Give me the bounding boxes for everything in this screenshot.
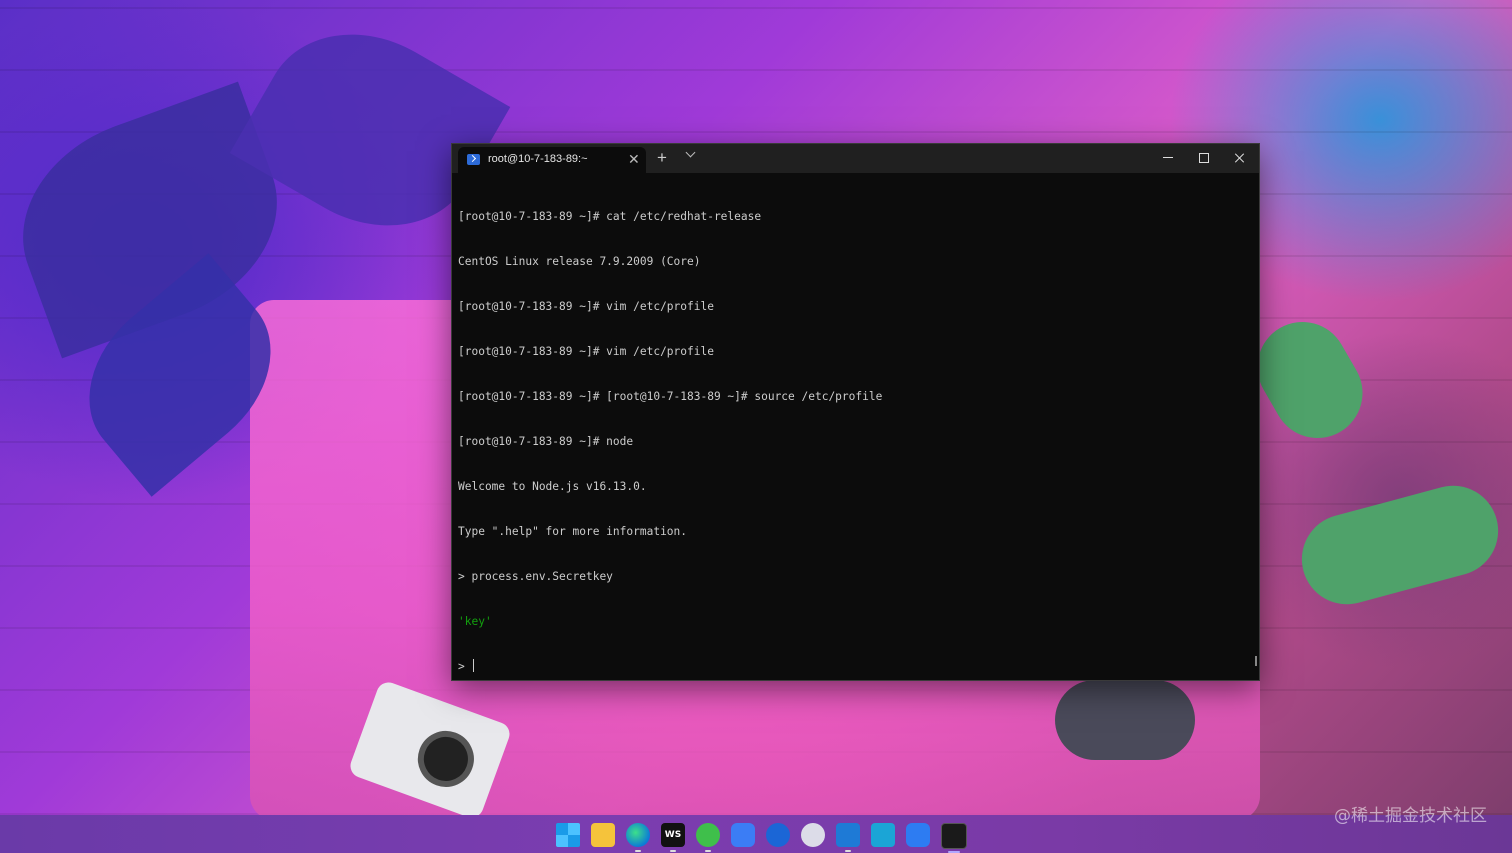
windows-start-icon[interactable] <box>556 823 580 847</box>
wallpaper-slipper <box>1291 475 1509 615</box>
terminal-line: Type ".help" for more information. <box>458 525 688 538</box>
maximize-button[interactable] <box>1186 144 1222 173</box>
terminal-icon[interactable] <box>941 823 967 853</box>
scrollbar[interactable] <box>1255 656 1257 666</box>
running-indicator <box>845 850 851 852</box>
terminal-titlebar[interactable]: root@10-7-183-89:~ ✕ + <box>452 144 1259 173</box>
new-tab-icon[interactable]: + <box>657 148 667 168</box>
terminal-output-value: 'key' <box>458 615 492 628</box>
terminal-window[interactable]: root@10-7-183-89:~ ✕ + [root@10-7-183-89… <box>451 143 1260 681</box>
feishu-icon[interactable] <box>731 823 755 847</box>
terminal-prompt-line[interactable]: > <box>458 659 1249 674</box>
powershell-icon <box>467 154 480 165</box>
wallpaper-slipper <box>1241 305 1379 455</box>
terminal-tab[interactable]: root@10-7-183-89:~ ✕ <box>458 147 646 173</box>
terminal-line: Welcome to Node.js v16.13.0. <box>458 480 647 493</box>
vscode-icon[interactable] <box>836 823 860 852</box>
chevron-down-icon[interactable] <box>686 149 696 159</box>
close-button[interactable] <box>1222 144 1258 173</box>
close-tab-icon[interactable]: ✕ <box>628 150 640 168</box>
terminal-output[interactable]: [root@10-7-183-89 ~]# cat /etc/redhat-re… <box>458 179 1249 704</box>
terminal-line: [root@10-7-183-89 ~]# cat /etc/redhat-re… <box>458 210 762 223</box>
file-explorer-icon[interactable] <box>591 823 615 847</box>
taskbar-icons: WS <box>556 823 967 853</box>
terminal-line: CentOS Linux release 7.9.2009 (Core) <box>458 255 701 268</box>
running-indicator <box>705 850 711 852</box>
terminal-line: [root@10-7-183-89 ~]# node <box>458 435 634 448</box>
running-indicator <box>635 850 641 852</box>
webstorm-icon[interactable]: WS <box>661 823 685 852</box>
tab-title: root@10-7-183-89:~ <box>488 153 588 165</box>
terminal-line: > process.env.Secretkey <box>458 570 613 583</box>
translate-icon[interactable] <box>871 823 895 847</box>
terminal-line: [root@10-7-183-89 ~]# vim /etc/profile <box>458 345 714 358</box>
terminal-line: [root@10-7-183-89 ~]# vim /etc/profile <box>458 300 714 313</box>
star-app-icon[interactable] <box>906 823 930 847</box>
minimize-button[interactable] <box>1150 144 1186 173</box>
webstorm-label: WS <box>664 830 682 840</box>
maps-icon[interactable] <box>766 823 790 847</box>
taskbar: WS <box>0 815 1512 853</box>
wechat-icon[interactable] <box>696 823 720 852</box>
chat-icon[interactable] <box>801 823 825 847</box>
running-indicator <box>670 850 676 852</box>
edge-browser-icon[interactable] <box>626 823 650 852</box>
watermark: @稀土掘金技术社区 <box>1334 806 1487 826</box>
node-prompt: > <box>458 660 472 673</box>
terminal-line: [root@10-7-183-89 ~]# [root@10-7-183-89 … <box>458 390 883 403</box>
text-cursor <box>473 659 475 672</box>
